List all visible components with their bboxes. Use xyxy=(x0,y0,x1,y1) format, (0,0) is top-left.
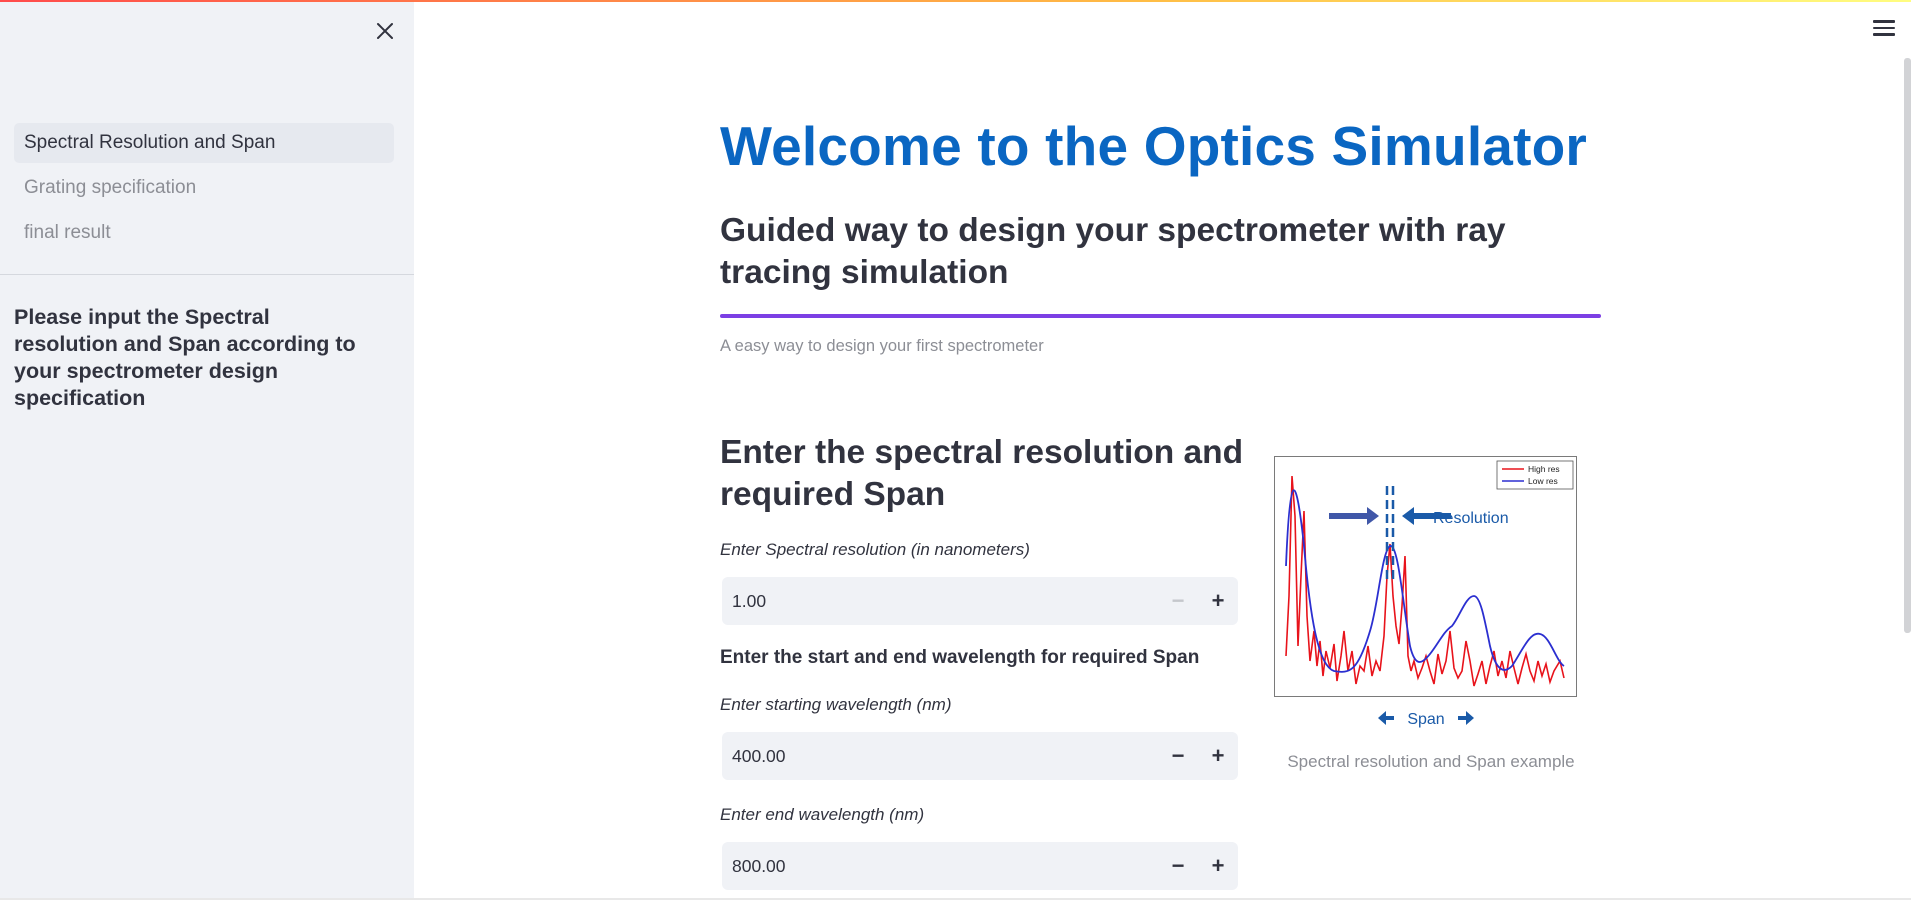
page-title: Welcome to the Optics Simulator xyxy=(720,115,1587,177)
close-sidebar-button[interactable] xyxy=(372,18,398,44)
sidebar-divider xyxy=(0,274,414,275)
title-divider xyxy=(720,314,1601,318)
legend-high-res: High res xyxy=(1528,464,1560,474)
section-heading: Enter the spectral resolution and requir… xyxy=(720,434,1244,513)
sidebar: Spectral Resolution and Span Grating spe… xyxy=(0,0,414,900)
span-label: Span xyxy=(1407,711,1444,728)
spectral-resolution-figure: High res Low res Resolution Span xyxy=(1274,456,1578,728)
spectrum-illustration: High res Low res Resolution xyxy=(1274,456,1577,697)
resolution-increment-button[interactable]: + xyxy=(1198,577,1238,625)
start-wavelength-label: Enter starting wavelength (nm) xyxy=(720,695,952,714)
end-wavelength-increment-button[interactable]: + xyxy=(1198,842,1238,890)
nav-item-grating-specification[interactable]: Grating specification xyxy=(14,168,394,208)
end-wavelength-input[interactable]: 800.00 − + xyxy=(722,842,1238,890)
page-subtitle: Guided way to design your spectrometer w… xyxy=(720,212,1506,291)
resolution-value[interactable]: 1.00 xyxy=(732,591,766,612)
span-heading: Enter the start and end wavelength for r… xyxy=(720,647,1200,668)
legend-low-res: Low res xyxy=(1528,476,1558,486)
main-menu-button[interactable] xyxy=(1873,20,1895,38)
start-wavelength-value[interactable]: 400.00 xyxy=(732,746,786,767)
resolution-label: Enter Spectral resolution (in nanometers… xyxy=(720,540,1030,559)
top-decoration-bar xyxy=(0,0,1911,2)
start-wavelength-input[interactable]: 400.00 − + xyxy=(722,732,1238,780)
start-wavelength-increment-button[interactable]: + xyxy=(1198,732,1238,780)
close-icon xyxy=(377,23,393,39)
scrollbar[interactable] xyxy=(1904,58,1911,633)
end-wavelength-value[interactable]: 800.00 xyxy=(732,856,786,877)
resolution-annotation: Resolution xyxy=(1433,510,1509,527)
figure-caption: Spectral resolution and Span example xyxy=(1287,752,1575,771)
sidebar-instructions: Please input the Spectral resolution and… xyxy=(14,305,356,410)
nav-item-spectral-resolution[interactable]: Spectral Resolution and Span xyxy=(14,123,394,163)
menu-icon xyxy=(1873,20,1895,23)
resolution-input[interactable]: 1.00 − + xyxy=(722,577,1238,625)
end-wavelength-label: Enter end wavelength (nm) xyxy=(720,805,925,824)
resolution-decrement-button[interactable]: − xyxy=(1158,577,1198,625)
start-wavelength-decrement-button[interactable]: − xyxy=(1158,732,1198,780)
sidebar-nav: Spectral Resolution and Span Grating spe… xyxy=(14,123,394,258)
page-caption: A easy way to design your first spectrom… xyxy=(720,337,1044,355)
span-annotation: Span xyxy=(1378,711,1474,728)
nav-item-final-result[interactable]: final result xyxy=(14,213,394,253)
end-wavelength-decrement-button[interactable]: − xyxy=(1158,842,1198,890)
